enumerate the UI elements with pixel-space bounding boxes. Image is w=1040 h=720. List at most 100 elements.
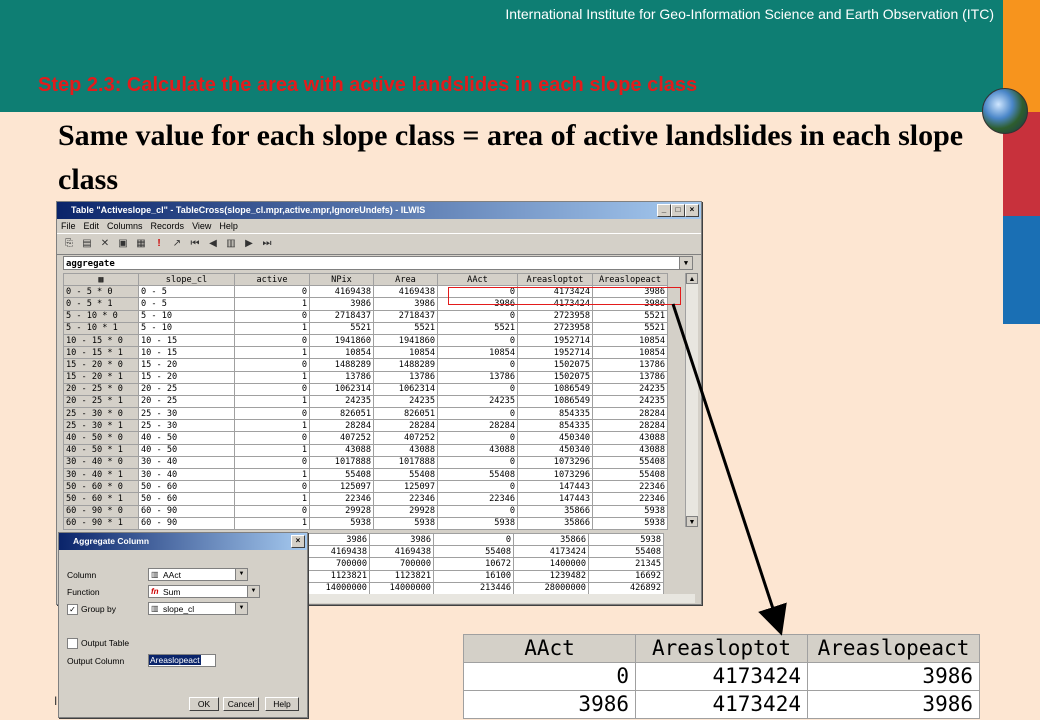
row-header[interactable]: 60 - 90 * 1: [63, 516, 139, 530]
prev-record-icon[interactable]: ◀: [205, 236, 221, 252]
table-cell[interactable]: 60 - 90: [138, 516, 235, 530]
table-cell[interactable]: 450340: [517, 431, 593, 445]
table-cell[interactable]: 1502075: [517, 370, 593, 384]
table-row[interactable]: 15 - 20 * 1 15 - 20 1 13786 13786 13786 150207…: [63, 370, 668, 384]
horizontal-scrollbar[interactable]: [307, 594, 695, 603]
table-cell[interactable]: 0: [234, 431, 310, 445]
table-row[interactable]: 60 - 90 * 1 60 - 90 1 5938 5938 5938 35866 5938: [63, 516, 668, 530]
table-cell[interactable]: 1488289: [373, 358, 438, 372]
table-cell[interactable]: 0: [437, 382, 518, 396]
menu-item-view[interactable]: View: [192, 221, 211, 231]
column-header-areasloptot[interactable]: Areasloptot: [517, 272, 593, 287]
table-cell[interactable]: 29928: [309, 504, 374, 518]
row-header[interactable]: 50 - 60 * 1: [63, 492, 139, 506]
table-cell[interactable]: 25 - 30: [138, 407, 235, 421]
chevron-down-icon[interactable]: ▼: [235, 569, 247, 580]
table-cell[interactable]: 1941860: [373, 333, 438, 348]
column-header-npix[interactable]: NPix: [309, 272, 374, 287]
table-cell[interactable]: 10854: [309, 346, 374, 360]
table-cell[interactable]: 2723958: [517, 321, 593, 335]
table-cell[interactable]: 60 - 90: [138, 504, 235, 518]
table-cell[interactable]: 0: [234, 455, 310, 470]
table-row[interactable]: 20 - 25 * 1 20 - 25 1 24235 24235 24235 108654…: [63, 394, 668, 409]
table-row[interactable]: 40 - 50 * 1 40 - 50 1 43088 43088 43088 450340…: [63, 443, 668, 457]
corner-cell[interactable]: ▦: [63, 272, 139, 287]
row-header[interactable]: 0 - 5 * 1: [63, 297, 139, 311]
chevron-down-icon[interactable]: ▼: [679, 257, 692, 269]
table-row[interactable]: 5 - 10 * 05 - 10 0 2718437 2718437 0 2723958 5…: [63, 309, 668, 323]
graph-icon[interactable]: ↗: [169, 236, 185, 252]
copy-icon[interactable]: ⎘: [61, 236, 77, 252]
table-cell[interactable]: 1488289: [309, 358, 374, 372]
close-button[interactable]: ×: [685, 204, 699, 217]
maximize-button[interactable]: □: [671, 204, 685, 217]
table-cell[interactable]: 10 - 15: [138, 333, 235, 348]
menu-item-help[interactable]: Help: [219, 221, 238, 231]
table-cell[interactable]: 1062314: [309, 382, 374, 396]
table-cell[interactable]: 0: [437, 358, 518, 372]
column-header-area[interactable]: Area: [373, 272, 438, 287]
table-cell[interactable]: 22346: [437, 492, 518, 506]
table-cell[interactable]: 0: [234, 480, 310, 494]
table-row[interactable]: 50 - 60 * 1 50 - 60 1 22346 22346 22346 147443…: [63, 492, 668, 506]
table-cell[interactable]: 0: [234, 285, 310, 299]
table-cell[interactable]: 2718437: [373, 309, 438, 323]
table-cell[interactable]: 826051: [309, 407, 374, 421]
table-cell[interactable]: 13786: [592, 358, 668, 372]
table-cell[interactable]: 55408: [592, 467, 668, 482]
properties-icon[interactable]: ▦: [133, 236, 149, 252]
function-select[interactable]: fn Sum ▼: [148, 585, 260, 598]
table-cell[interactable]: 1502075: [517, 358, 593, 372]
table-cell[interactable]: 40 - 50: [138, 443, 235, 457]
table-cell[interactable]: 5521: [592, 321, 668, 335]
table-cell[interactable]: 30 - 40: [138, 467, 235, 482]
row-header[interactable]: 0 - 5 * 0: [63, 285, 139, 299]
paste-icon[interactable]: ▤: [79, 236, 95, 252]
table-cell[interactable]: 40 - 50: [138, 431, 235, 445]
table-cell[interactable]: 43088: [592, 443, 668, 457]
row-header[interactable]: 60 - 90 * 0: [63, 504, 139, 518]
table-cell[interactable]: 5 - 10: [138, 321, 235, 335]
table-cell[interactable]: 50 - 60: [138, 492, 235, 506]
table-cell[interactable]: 407252: [373, 431, 438, 445]
ok-button[interactable]: OK: [189, 697, 219, 711]
minimize-button[interactable]: _: [657, 204, 671, 217]
print-icon[interactable]: ▣: [115, 236, 131, 252]
table-row[interactable]: 20 - 25 * 0 20 - 25 0 1062314 1062314 0 108654…: [63, 382, 668, 396]
table-cell[interactable]: 1017888: [373, 455, 438, 470]
table-cell[interactable]: 0: [437, 480, 518, 494]
record-view-icon[interactable]: ▥: [223, 236, 239, 252]
table-cell[interactable]: 4169438: [373, 285, 438, 299]
table-cell[interactable]: 43088: [373, 443, 438, 457]
table-cell[interactable]: 28284: [373, 419, 438, 433]
row-header[interactable]: 25 - 30 * 1: [63, 419, 139, 433]
row-header[interactable]: 10 - 15 * 0: [63, 333, 139, 348]
table-cell[interactable]: 0 - 5: [138, 285, 235, 299]
table-cell[interactable]: 5938: [437, 516, 518, 530]
table-cell[interactable]: 854335: [517, 407, 593, 421]
column-header-active[interactable]: active: [234, 272, 310, 287]
table-cell[interactable]: 5938: [592, 516, 668, 530]
output-table-checkbox[interactable]: [67, 638, 78, 649]
table-cell[interactable]: 5938: [309, 516, 374, 530]
table-cell[interactable]: 20 - 25: [138, 394, 235, 409]
table-cell[interactable]: 1952714: [517, 346, 593, 360]
table-row[interactable]: 30 - 40 * 0 30 - 40 0 1017888 1017888 0 107329…: [63, 455, 668, 470]
table-cell[interactable]: 43088: [309, 443, 374, 457]
table-cell[interactable]: 0: [234, 407, 310, 421]
table-row[interactable]: 25 - 30 * 0 25 - 30 0 826051 826051 0 854335 28…: [63, 407, 668, 421]
cancel-button[interactable]: Cancel: [223, 697, 259, 711]
table-cell[interactable]: 1: [234, 370, 310, 384]
table-cell[interactable]: 28284: [592, 419, 668, 433]
row-header[interactable]: 40 - 50 * 1: [63, 443, 139, 457]
table-cell[interactable]: 5 - 10: [138, 309, 235, 323]
table-cell[interactable]: 0: [437, 504, 518, 518]
table-cell[interactable]: 1: [234, 492, 310, 506]
table-cell[interactable]: 55408: [309, 467, 374, 482]
table-cell[interactable]: 22346: [592, 492, 668, 506]
table-cell[interactable]: 1086549: [517, 382, 593, 396]
table-cell[interactable]: 1: [234, 443, 310, 457]
table-row[interactable]: 30 - 40 * 1 30 - 40 1 55408 55408 55408 107329…: [63, 467, 668, 482]
last-record-icon[interactable]: ⏭: [259, 236, 275, 252]
table-cell[interactable]: 0: [234, 504, 310, 518]
